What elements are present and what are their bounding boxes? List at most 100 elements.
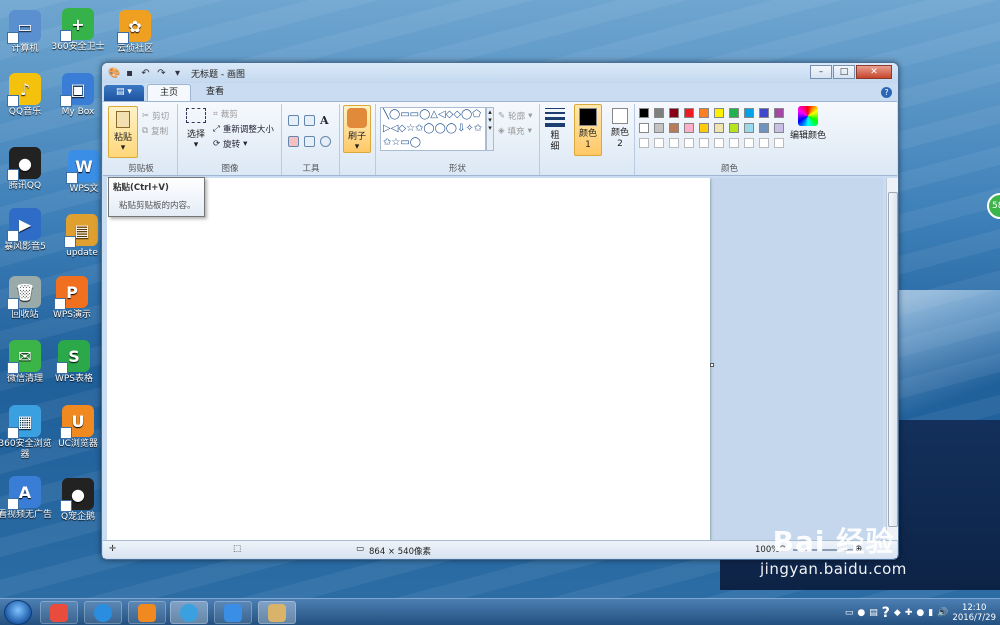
tray-icon-3[interactable]: ▤ [869,608,878,618]
desktop-icon-360[interactable]: +360安全卫士 [47,8,109,53]
tab-home[interactable]: 主页 [147,84,192,101]
palette-swatch[interactable] [699,108,709,118]
tray-help-icon[interactable]: ? [882,605,890,621]
palette-swatch[interactable] [654,123,664,133]
palette-swatch[interactable] [774,108,784,118]
palette-swatch[interactable] [759,108,769,118]
palette-swatch[interactable] [759,138,769,148]
desktop-icon-qpet[interactable]: ● Q宠企鹅 [47,478,109,523]
resize-button[interactable]: ⤢ 重新调整大小 [213,123,274,135]
help-icon[interactable]: ? [881,87,892,98]
palette-swatch[interactable] [639,138,649,148]
taskbar-paint[interactable] [258,601,296,624]
computer-icon: ▭ [7,10,41,44]
paste-button[interactable]: 粘贴 ▾ [108,106,138,158]
palette-swatch[interactable] [639,108,649,118]
canvas-resize-handle[interactable] [710,363,714,367]
select-button[interactable]: 选择 ▾ [183,108,209,150]
palette-swatch[interactable] [729,138,739,148]
palette-swatch[interactable] [759,123,769,133]
desktop-icon-qq[interactable]: ● 腾讯QQ [0,147,56,192]
palette-swatch[interactable] [654,138,664,148]
palette-swatch[interactable] [669,123,679,133]
scrollbar-thumb[interactable] [888,192,898,527]
drawing-canvas[interactable] [107,178,710,540]
minimize-button[interactable]: – [810,65,832,79]
palette-swatch[interactable] [729,108,739,118]
taskbar-browser[interactable] [170,601,208,624]
pencil-icon[interactable] [288,115,299,126]
palette-swatch[interactable] [669,138,679,148]
rotate-button[interactable]: ⟳ 旋转 ▾ [213,138,247,150]
tray-icon-4[interactable]: ◆ [894,608,901,618]
tray-icon-5[interactable]: ✚ [905,608,913,618]
palette-swatch[interactable] [639,123,649,133]
maximize-button[interactable]: □ [833,65,855,79]
edit-colors-button[interactable]: 编辑颜色 [789,105,827,141]
redo-icon[interactable]: ↷ [156,68,167,79]
desktop-icon-community[interactable]: ✿ 云侦社区 [104,10,166,55]
text-tool-icon[interactable]: A [320,114,329,127]
palette-swatch[interactable] [744,123,754,133]
paint-app-icon[interactable]: 🎨 [108,68,120,79]
tray-icon-2[interactable]: ● [857,608,865,618]
palette-swatch[interactable] [684,138,694,148]
desktop-icon-wps-presentation[interactable]: P WPS演示 [41,276,103,321]
palette-swatch[interactable] [714,123,724,133]
outline-button[interactable]: ✎ 轮廓 ▾ [498,110,532,122]
palette-swatch[interactable] [729,123,739,133]
file-menu-button[interactable]: ▤ ▾ [104,85,144,101]
desktop-icon-uc-browser[interactable]: U UC浏览器 [47,405,109,450]
palette-swatch[interactable] [744,138,754,148]
copy-button[interactable]: ⧉ 复制 [142,125,168,137]
paint-icon [268,603,286,622]
brushes-button[interactable]: 刷子 ▾ [343,105,371,153]
taskbar-uc[interactable] [128,601,166,624]
color2-button[interactable]: 颜色 2 [606,104,634,156]
desktop-icon-baofeng[interactable]: ▶ 暴风影音5 [0,208,56,253]
vertical-scrollbar[interactable] [886,178,898,540]
palette-swatch[interactable] [714,138,724,148]
close-button[interactable]: ✕ [856,65,892,79]
crop-button[interactable]: ⌗ 裁剪 [213,108,238,120]
clock[interactable]: 12:10 2016/7/29 [952,603,996,623]
taskbar-wps[interactable] [214,601,252,624]
palette-swatch[interactable] [684,108,694,118]
desktop-icon-mybox[interactable]: ▣ My Box [47,73,109,118]
palette-swatch[interactable] [699,138,709,148]
palette-swatch[interactable] [714,108,724,118]
customize-toolbar-icon[interactable]: ▾ [172,68,183,79]
taskbar-360-apps[interactable] [40,601,78,624]
tray-icon-6[interactable]: ● [916,608,924,618]
color-picker-icon[interactable] [304,136,315,147]
tray-icon-1[interactable]: ▭ [845,608,854,618]
volume-icon[interactable]: 🔊 [937,608,948,618]
tab-view[interactable]: 查看 [194,84,236,101]
eraser-icon[interactable] [288,136,299,147]
music-icon: ♪ [7,73,41,107]
size-button[interactable]: 粗细 [542,106,568,153]
start-button[interactable] [4,600,32,625]
tray-icon-7[interactable]: ▮ [928,608,933,618]
palette-swatch[interactable] [744,108,754,118]
canvas-size-text: 864 × 540像素 [369,547,431,557]
palette-swatch[interactable] [669,108,679,118]
undo-icon[interactable]: ↶ [140,68,151,79]
fill-bucket-icon[interactable] [304,115,315,126]
fill-button[interactable]: ◈ 填充 ▾ [498,125,532,137]
magnifier-icon[interactable] [320,136,331,147]
desktop-icon-wps-spreadsheet[interactable]: S WPS表格 [43,340,105,385]
palette-swatch[interactable] [699,123,709,133]
save-icon[interactable]: ▪ [124,68,135,79]
palette-swatch[interactable] [774,123,784,133]
cut-button[interactable]: ✂ 剪切 [142,110,169,122]
color1-button[interactable]: 颜色 1 [574,104,602,156]
palette-swatch[interactable] [654,108,664,118]
shape-gallery[interactable]: ╲◯▭▭◯△◁◇◇◯⬠▷◁◇☆✩◯◯◯⇩✧✩✩☆▭◯ [380,107,486,151]
palette-swatch[interactable] [684,123,694,133]
palette-swatch[interactable] [774,138,784,148]
taskbar-ie[interactable] [84,601,122,624]
shape-gallery-scroll[interactable]: ▴ ▾ ▾ [486,107,494,151]
image-group: 选择 ▾ ⌗ 裁剪 ⤢ 重新调整大小 ⟳ 旋转 ▾ 图像 [179,104,282,175]
baidu-watermark: Bai 经验 jingyan.baidu.com [760,525,907,578]
